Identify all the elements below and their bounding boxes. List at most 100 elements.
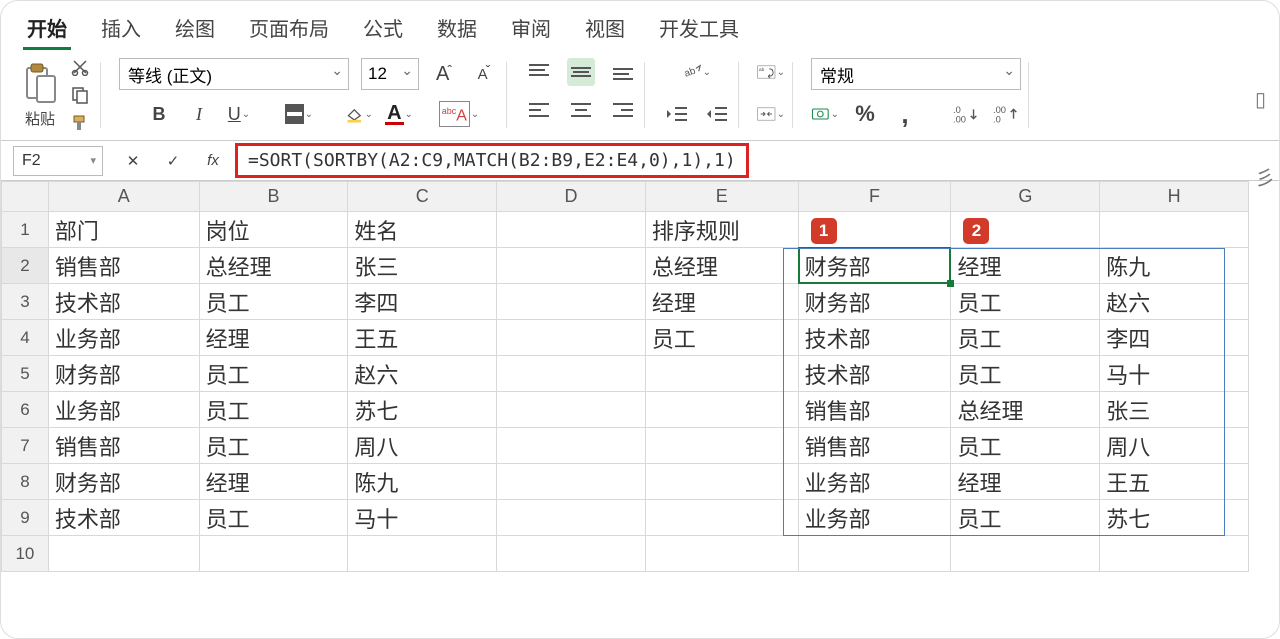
cell-D8[interactable] <box>497 464 646 500</box>
row-header-3[interactable]: 3 <box>2 284 49 320</box>
col-header-H[interactable]: H <box>1100 182 1249 212</box>
cell-A4[interactable]: 业务部 <box>48 320 199 356</box>
cell-D3[interactable] <box>497 284 646 320</box>
fill-handle[interactable] <box>947 280 954 287</box>
cell-E3[interactable]: 经理 <box>645 284 798 320</box>
increase-decimal-button[interactable]: .0.00 <box>953 100 981 128</box>
cell-grid[interactable]: A B C D E F G H 1部门岗位姓名排序规则122销售部总经理张三总经… <box>1 181 1249 572</box>
cell-B4[interactable]: 经理 <box>199 320 348 356</box>
cell-E1[interactable]: 排序规则 <box>645 212 798 248</box>
row-header-10[interactable]: 10 <box>2 536 49 572</box>
cell-F4[interactable]: 技术部 <box>798 320 951 356</box>
tab-home[interactable]: 开始 <box>23 9 71 50</box>
tab-data[interactable]: 数据 <box>433 9 481 50</box>
cell-C6[interactable]: 苏七 <box>348 392 497 428</box>
cell-G1[interactable]: 2 <box>951 212 1100 248</box>
paste-button[interactable]: 粘贴 <box>21 62 59 129</box>
row-header-7[interactable]: 7 <box>2 428 49 464</box>
cell-E5[interactable] <box>645 356 798 392</box>
percent-button[interactable]: % <box>851 100 879 128</box>
col-header-C[interactable]: C <box>348 182 497 212</box>
cell-G4[interactable]: 员工 <box>951 320 1100 356</box>
copy-button[interactable] <box>71 86 93 104</box>
cell-F10[interactable] <box>798 536 951 572</box>
cell-H9[interactable]: 苏七 <box>1100 500 1249 536</box>
tab-developer[interactable]: 开发工具 <box>655 9 743 50</box>
cell-H5[interactable]: 马十 <box>1100 356 1249 392</box>
cell-G5[interactable]: 员工 <box>951 356 1100 392</box>
cell-A3[interactable]: 技术部 <box>48 284 199 320</box>
formula-input[interactable]: =SORT(SORTBY(A2:C9,MATCH(B2:B9,E2:E4,0),… <box>235 143 749 178</box>
tab-draw[interactable]: 绘图 <box>171 9 219 50</box>
cell-A10[interactable] <box>48 536 199 572</box>
currency-button[interactable]: ⌄ <box>811 100 839 128</box>
row-header-1[interactable]: 1 <box>2 212 49 248</box>
cell-B8[interactable]: 经理 <box>199 464 348 500</box>
underline-button[interactable]: U⌄ <box>225 100 253 128</box>
cell-E9[interactable] <box>645 500 798 536</box>
align-left-button[interactable] <box>525 96 553 124</box>
align-center-button[interactable] <box>567 96 595 124</box>
increase-font-button[interactable]: Aˆ <box>431 60 459 88</box>
cell-H7[interactable]: 周八 <box>1100 428 1249 464</box>
cell-A2[interactable]: 销售部 <box>48 248 199 284</box>
align-middle-button[interactable] <box>567 58 595 86</box>
cell-B7[interactable]: 员工 <box>199 428 348 464</box>
cell-B6[interactable]: 员工 <box>199 392 348 428</box>
cell-C5[interactable]: 赵六 <box>348 356 497 392</box>
name-box[interactable]: F2 ▾ <box>13 146 103 176</box>
cell-F2[interactable]: 财务部 <box>798 248 951 284</box>
col-header-E[interactable]: E <box>645 182 798 212</box>
align-right-button[interactable] <box>609 96 637 124</box>
select-all-corner[interactable] <box>2 182 49 212</box>
cell-A7[interactable]: 销售部 <box>48 428 199 464</box>
cell-G2[interactable]: 经理 <box>951 248 1100 284</box>
cell-E4[interactable]: 员工 <box>645 320 798 356</box>
cell-F7[interactable]: 销售部 <box>798 428 951 464</box>
row-header-6[interactable]: 6 <box>2 392 49 428</box>
col-header-D[interactable]: D <box>497 182 646 212</box>
number-format-select[interactable] <box>811 58 1021 90</box>
row-header-5[interactable]: 5 <box>2 356 49 392</box>
cell-H10[interactable] <box>1100 536 1249 572</box>
bold-button[interactable]: B <box>145 100 173 128</box>
cell-E2[interactable]: 总经理 <box>645 248 798 284</box>
insert-function-button[interactable]: fx <box>201 149 225 173</box>
cell-F1[interactable]: 1 <box>798 212 951 248</box>
cell-G6[interactable]: 总经理 <box>951 392 1100 428</box>
cell-D7[interactable] <box>497 428 646 464</box>
row-header-2[interactable]: 2 <box>2 248 49 284</box>
cell-G9[interactable]: 员工 <box>951 500 1100 536</box>
cell-D9[interactable] <box>497 500 646 536</box>
cell-H2[interactable]: 陈九 <box>1100 248 1249 284</box>
font-size-select[interactable] <box>361 58 419 90</box>
cell-B1[interactable]: 岗位 <box>199 212 348 248</box>
decrease-font-button[interactable]: Aˇ <box>471 60 499 88</box>
cell-D1[interactable] <box>497 212 646 248</box>
orientation-button[interactable]: ab⌄ <box>683 58 711 86</box>
cell-G10[interactable] <box>951 536 1100 572</box>
cell-F5[interactable]: 技术部 <box>798 356 951 392</box>
cell-H1[interactable] <box>1100 212 1249 248</box>
cell-C9[interactable]: 马十 <box>348 500 497 536</box>
cell-G7[interactable]: 员工 <box>951 428 1100 464</box>
merge-center-button[interactable]: ⌄ <box>757 100 785 128</box>
cell-H8[interactable]: 王五 <box>1100 464 1249 500</box>
cell-A8[interactable]: 财务部 <box>48 464 199 500</box>
cell-E10[interactable] <box>645 536 798 572</box>
col-header-A[interactable]: A <box>48 182 199 212</box>
cell-D4[interactable] <box>497 320 646 356</box>
font-color-button[interactable]: A⌄ <box>385 100 413 128</box>
decrease-decimal-button[interactable]: .00.0 <box>993 100 1021 128</box>
fill-color-button[interactable]: ⌄ <box>345 100 373 128</box>
cell-H3[interactable]: 赵六 <box>1100 284 1249 320</box>
font-name-select[interactable] <box>119 58 349 90</box>
cell-F6[interactable]: 销售部 <box>798 392 951 428</box>
increase-indent-button[interactable] <box>703 100 731 128</box>
cell-H4[interactable]: 李四 <box>1100 320 1249 356</box>
cell-E7[interactable] <box>645 428 798 464</box>
tab-insert[interactable]: 插入 <box>97 9 145 50</box>
borders-button[interactable]: ⌄ <box>285 100 313 128</box>
comma-button[interactable]: , <box>891 100 919 128</box>
cell-A9[interactable]: 技术部 <box>48 500 199 536</box>
